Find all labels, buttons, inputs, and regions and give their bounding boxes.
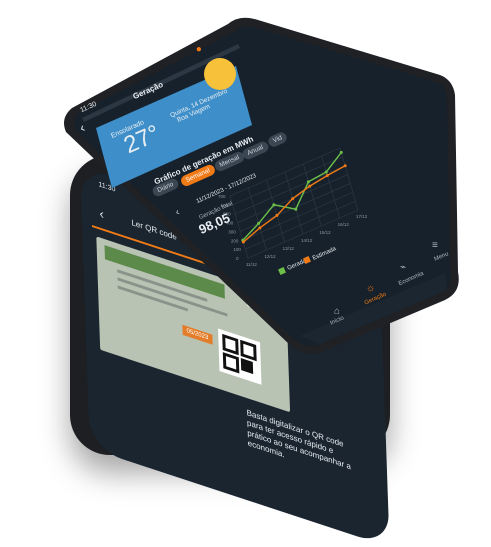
sun-icon [204, 58, 236, 90]
x-tick-label: 15/12 [319, 230, 331, 235]
x-tick-label: 13/12 [283, 246, 295, 251]
data-point-estimada[interactable] [343, 164, 347, 168]
data-point-gerada[interactable] [339, 150, 343, 154]
x-tick-label: 11/12 [246, 262, 257, 267]
y-tick-label: 100 [233, 247, 241, 252]
data-point-gerada[interactable] [306, 180, 310, 184]
sun-power-icon[interactable]: ☼ [366, 283, 375, 294]
home-icon[interactable]: ⌂ [334, 306, 340, 317]
menu-icon[interactable]: ≡ [432, 240, 438, 251]
data-point-estimada[interactable] [325, 173, 329, 177]
front-phone: 010020030040050060070011/1212/1213/1214/… [64, 17, 459, 354]
data-point-estimada[interactable] [275, 213, 279, 217]
data-point-estimada[interactable] [241, 240, 245, 244]
x-tick-label: 16/12 [338, 222, 350, 227]
data-point-gerada[interactable] [257, 221, 261, 225]
data-point-estimada[interactable] [308, 184, 312, 188]
x-tick-label: 17/12 [356, 214, 368, 219]
y-tick-label: 300 [228, 229, 236, 234]
y-tick-label: 200 [231, 238, 239, 243]
x-tick-label: 12/12 [264, 254, 276, 259]
x-tick-label: 14/12 [301, 238, 313, 243]
data-point-gerada[interactable] [272, 203, 276, 207]
data-point-gerada[interactable] [324, 170, 328, 174]
data-point-estimada[interactable] [291, 197, 295, 201]
data-point-gerada[interactable] [294, 207, 298, 211]
data-point-estimada[interactable] [258, 226, 262, 230]
chart-icon[interactable]: ⌁ [400, 262, 406, 273]
